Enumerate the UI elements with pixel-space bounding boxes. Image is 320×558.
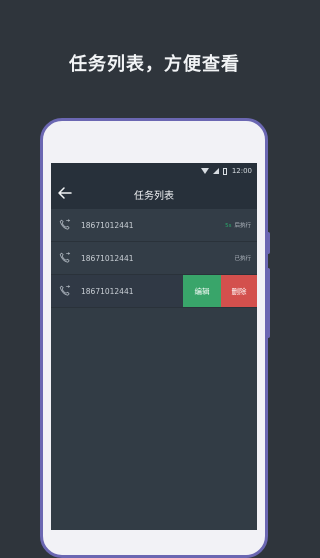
status-time: 12:00 [231,167,252,175]
arrow-left-icon[interactable] [57,185,73,201]
task-row[interactable]: 18671012441 5s 后执行 [51,209,257,242]
task-list: 18671012441 5s 后执行 18671012441 已执行 186710… [51,209,257,308]
task-phone-number: 18671012441 [81,286,134,296]
signal-icon [212,168,219,174]
battery-icon [222,167,227,175]
phone-side-button-volume [266,232,270,254]
row-actions: 编辑 删除 [183,275,257,307]
phone-icon [59,219,71,230]
task-phone-number: 18671012441 [81,220,134,230]
wifi-icon [200,168,209,174]
page-title: 任务列表 [134,190,174,202]
task-status-label: 后执行 [234,223,251,229]
task-status-label: 已执行 [234,256,251,262]
task-row[interactable]: 18671012441 已执行 [51,242,257,275]
phone-screen: 12:00 任务列表 18671012441 5s 后执行 18671012441 [51,163,257,530]
task-phone-number: 18671012441 [81,253,134,263]
task-row[interactable]: 18671012441 编辑 删除 [51,275,257,308]
task-status: 5s 后执行 [225,221,251,229]
phone-side-button-power [266,268,270,338]
delete-button[interactable]: 删除 [221,275,257,307]
status-icons [200,167,227,175]
edit-button[interactable]: 编辑 [183,275,221,307]
phone-icon [59,252,71,263]
app-bar: 任务列表 [51,179,257,209]
promo-headline: 任务列表，方便查看 [69,54,240,75]
task-countdown: 5s [225,223,232,229]
phone-icon [59,285,71,296]
status-bar: 12:00 [51,163,257,179]
